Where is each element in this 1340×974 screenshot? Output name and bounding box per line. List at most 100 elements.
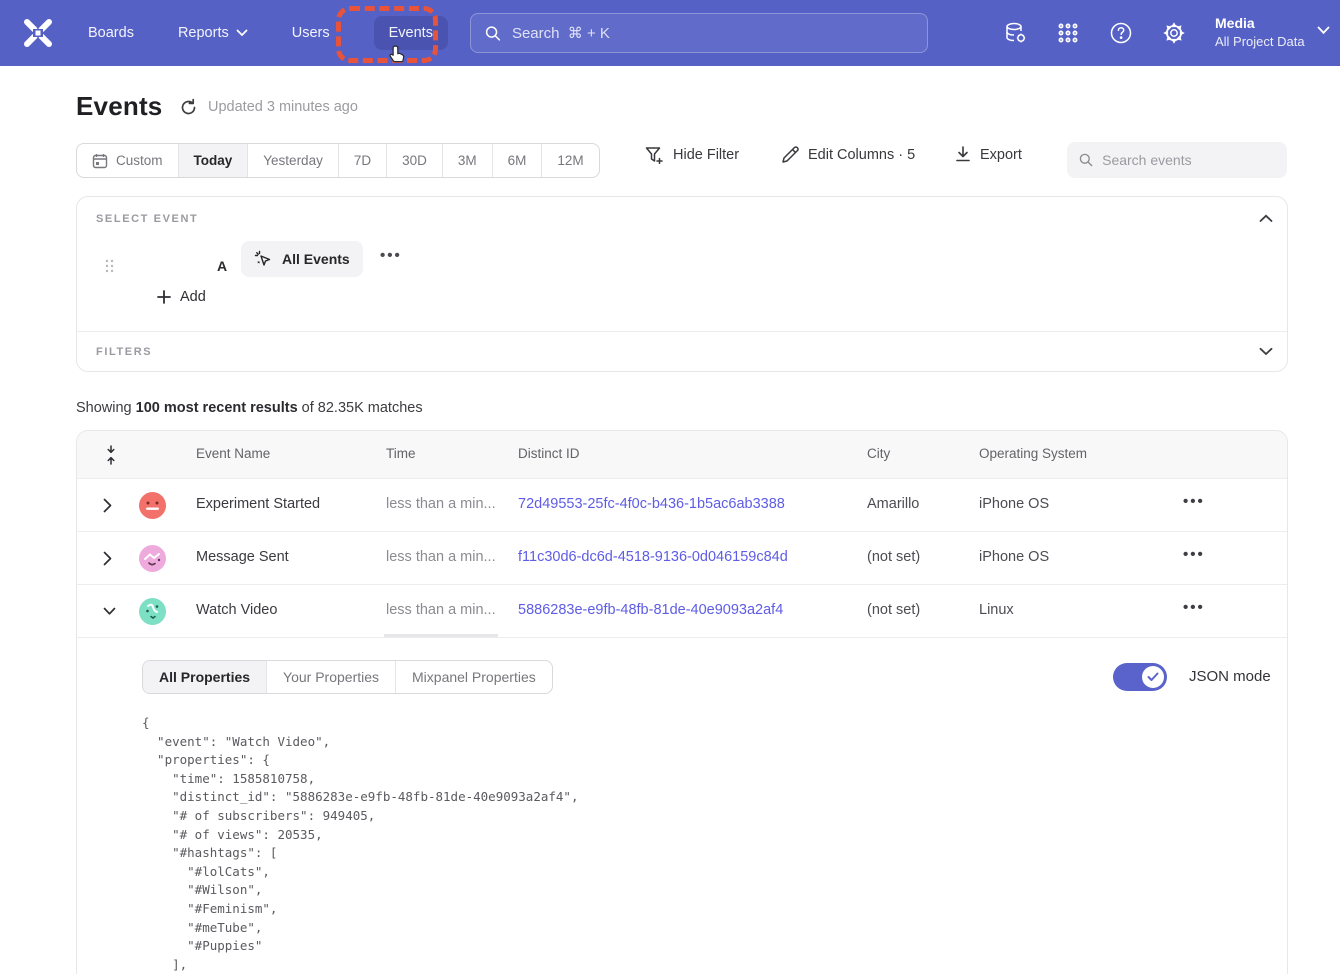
distinct-id-link[interactable]: 72d49553-25fc-4f0c-b436-1b5ac6ab3388 xyxy=(518,496,785,512)
nav-item-reports[interactable]: Reports xyxy=(178,25,248,41)
time-cell: less than a min... xyxy=(386,496,496,512)
nav-item-events[interactable]: Events xyxy=(374,16,448,50)
check-icon xyxy=(1147,672,1159,682)
distinct-id-link[interactable]: f11c30d6-dc6d-4518-9136-0d046159c84d xyxy=(518,549,788,565)
last-updated-text: Updated 3 minutes ago xyxy=(208,99,358,115)
date-option-6m[interactable]: 6M xyxy=(493,144,543,177)
column-header-distinct-id[interactable]: Distinct ID xyxy=(518,446,580,461)
event-selector-chip[interactable]: All Events xyxy=(241,241,363,277)
date-range-control: Custom Today Yesterday 7D 30D 3M 6M 12M xyxy=(76,143,600,178)
date-option-7d[interactable]: 7D xyxy=(339,144,387,177)
event-json-viewer[interactable]: { "event": "Watch Video", "properties": … xyxy=(142,714,579,974)
export-button[interactable]: Export xyxy=(955,146,1022,164)
os-cell: Linux xyxy=(979,602,1014,618)
os-cell: iPhone OS xyxy=(979,549,1049,565)
avatar xyxy=(139,545,166,572)
nav-item-boards[interactable]: Boards xyxy=(88,25,134,41)
edit-columns-button[interactable]: Edit Columns · 5 xyxy=(781,146,915,164)
tab-all-properties[interactable]: All Properties xyxy=(143,661,267,693)
date-option-label: 30D xyxy=(402,153,427,168)
chevron-right-icon[interactable] xyxy=(103,551,112,566)
query-builder-card: SELECT EVENT A All Events ••• Add FILTER… xyxy=(76,196,1288,372)
sort-icon[interactable] xyxy=(105,445,117,465)
tab-your-properties[interactable]: Your Properties xyxy=(267,661,396,693)
properties-tabs: All Properties Your Properties Mixpanel … xyxy=(142,660,553,694)
nav-item-label: Users xyxy=(292,25,330,41)
date-option-custom[interactable]: Custom xyxy=(77,144,179,177)
date-option-today[interactable]: Today xyxy=(179,144,249,177)
column-header-event-name[interactable]: Event Name xyxy=(196,446,270,461)
events-search[interactable] xyxy=(1067,142,1287,178)
event-name-cell: Watch Video xyxy=(196,602,277,618)
date-option-label: 7D xyxy=(354,153,371,168)
date-option-label: Yesterday xyxy=(263,153,323,168)
project-scope: All Project Data xyxy=(1215,33,1305,51)
column-header-os[interactable]: Operating System xyxy=(979,446,1087,461)
mixpanel-logo-icon[interactable] xyxy=(20,17,56,49)
apps-grid-icon[interactable] xyxy=(1055,20,1081,46)
date-option-label: 6M xyxy=(508,153,527,168)
row-actions-button[interactable]: ••• xyxy=(1183,493,1205,510)
distinct-id-link[interactable]: 5886283e-e9fb-48fb-81de-40e9093a2af4 xyxy=(518,602,783,618)
expand-section-icon[interactable] xyxy=(1259,347,1273,356)
event-chip-label: All Events xyxy=(282,251,350,267)
row-actions-button[interactable]: ••• xyxy=(1183,599,1205,616)
global-search[interactable] xyxy=(470,13,928,53)
filters-label: FILTERS xyxy=(96,346,152,358)
data-management-icon[interactable] xyxy=(1003,20,1029,46)
export-label: Export xyxy=(980,147,1022,163)
nav-item-label: Boards xyxy=(88,25,134,41)
results-suffix: of 82.35K matches xyxy=(298,400,423,416)
nav-item-users[interactable]: Users xyxy=(292,25,330,41)
event-more-options-button[interactable]: ••• xyxy=(380,247,402,264)
global-search-input[interactable] xyxy=(512,25,913,42)
hand-cursor-icon xyxy=(388,44,410,68)
drag-handle-icon[interactable] xyxy=(105,259,114,273)
project-name: Media xyxy=(1215,14,1305,33)
avatar xyxy=(139,598,166,625)
add-event-button[interactable]: Add xyxy=(157,289,206,305)
date-option-label: 12M xyxy=(557,153,583,168)
nav-item-label: Reports xyxy=(178,25,229,41)
pencil-icon xyxy=(781,146,799,164)
results-summary: Showing 100 most recent results of 82.35… xyxy=(76,400,423,416)
settings-gear-icon[interactable] xyxy=(1161,20,1187,46)
date-option-30d[interactable]: 30D xyxy=(387,144,443,177)
hide-filter-label: Hide Filter xyxy=(673,147,739,163)
column-header-city[interactable]: City xyxy=(867,446,890,461)
date-option-label: 3M xyxy=(458,153,477,168)
chevron-down-icon[interactable] xyxy=(103,607,116,616)
date-option-3m[interactable]: 3M xyxy=(443,144,493,177)
table-row-expanded[interactable]: Watch Video less than a min... 5886283e-… xyxy=(77,585,1287,638)
filter-funnel-icon xyxy=(645,146,664,164)
tab-label: Your Properties xyxy=(283,669,379,685)
collapse-section-icon[interactable] xyxy=(1259,214,1273,223)
row-actions-button[interactable]: ••• xyxy=(1183,546,1205,563)
city-cell: Amarillo xyxy=(867,496,919,512)
chevron-right-icon[interactable] xyxy=(103,498,112,513)
divider xyxy=(77,331,1287,332)
date-option-label: Today xyxy=(194,153,233,168)
project-selector[interactable]: Media All Project Data xyxy=(1215,14,1305,51)
table-row[interactable]: Experiment Started less than a min... 72… xyxy=(77,479,1287,532)
event-name-cell: Experiment Started xyxy=(196,496,320,512)
tab-mixpanel-properties[interactable]: Mixpanel Properties xyxy=(396,661,552,693)
top-navbar: Boards Reports Users Events xyxy=(0,0,1340,66)
help-icon[interactable] xyxy=(1108,20,1134,46)
plus-icon xyxy=(157,290,171,304)
avatar xyxy=(139,492,166,519)
refresh-icon[interactable] xyxy=(179,98,199,118)
date-option-label: Custom xyxy=(116,153,163,168)
events-search-input[interactable] xyxy=(1102,152,1275,168)
date-option-yesterday[interactable]: Yesterday xyxy=(248,144,339,177)
calendar-icon xyxy=(92,153,108,169)
select-event-label: SELECT EVENT xyxy=(96,213,198,225)
search-icon xyxy=(1079,152,1093,168)
column-header-time[interactable]: Time xyxy=(386,446,416,461)
tab-label: Mixpanel Properties xyxy=(412,669,536,685)
json-mode-toggle[interactable] xyxy=(1113,663,1167,691)
hide-filter-button[interactable]: Hide Filter xyxy=(645,146,739,164)
table-row[interactable]: Message Sent less than a min... f11c30d6… xyxy=(77,532,1287,585)
nav-item-label: Events xyxy=(389,25,433,41)
date-option-12m[interactable]: 12M xyxy=(542,144,598,177)
